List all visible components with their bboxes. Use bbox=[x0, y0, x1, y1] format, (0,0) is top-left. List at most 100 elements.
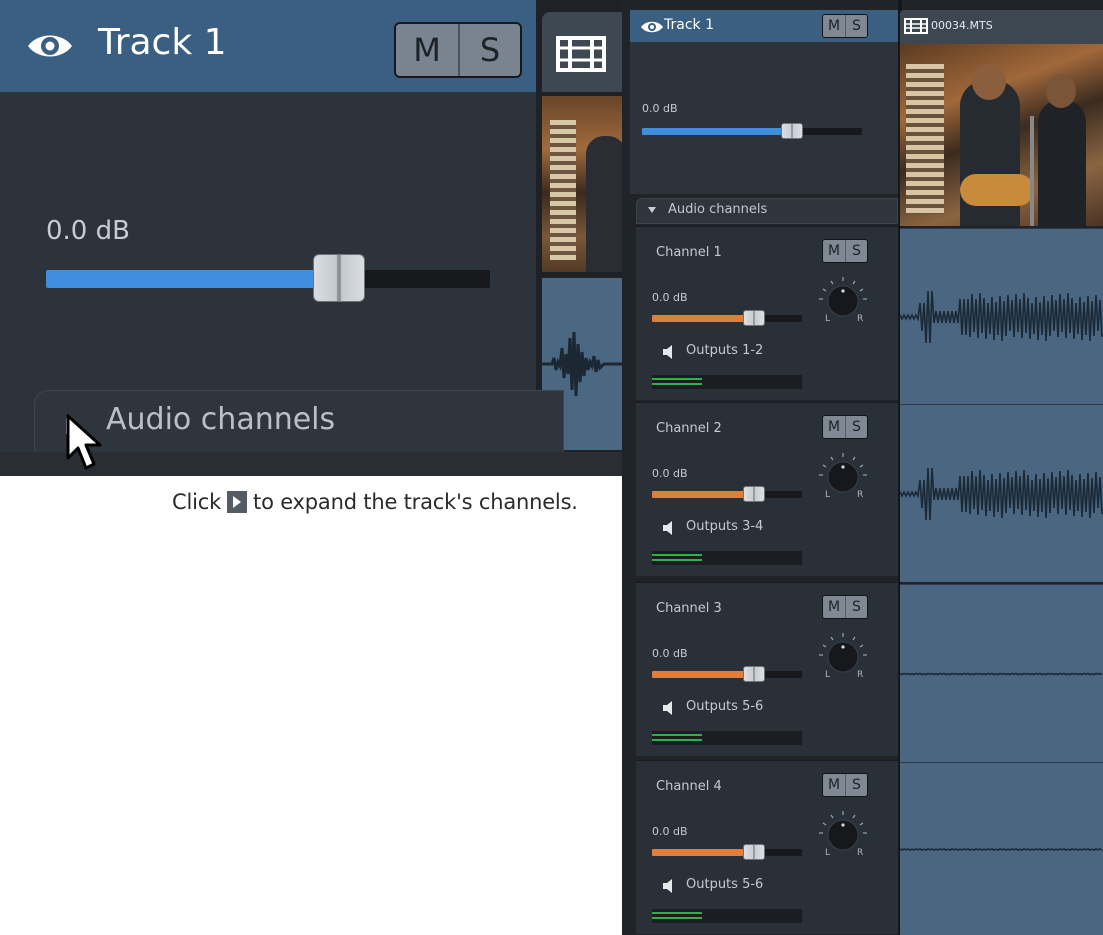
waveform-graphic bbox=[900, 467, 1103, 521]
channel-strip: Channel 3 M S 0.0 dB L R Outputs 5-6 bbox=[636, 582, 898, 756]
track-volume-readout: 0.0 dB bbox=[46, 216, 130, 246]
channel-solo-button[interactable]: S bbox=[845, 416, 867, 438]
mute-button[interactable]: M bbox=[396, 24, 458, 76]
track-body bbox=[630, 42, 898, 194]
film-strip-icon bbox=[556, 36, 606, 72]
collapse-arrow-icon[interactable] bbox=[648, 207, 656, 213]
level-meter bbox=[652, 551, 802, 565]
expand-arrow-icon bbox=[227, 491, 248, 513]
speaker-icon bbox=[663, 701, 672, 715]
channel-strip: Channel 1 M S 0.0 dB L R Outputs 1-2 bbox=[636, 226, 898, 400]
channel-mute-solo-group: M S bbox=[822, 239, 868, 263]
track-volume-fill bbox=[46, 270, 340, 288]
channel-volume-slider[interactable] bbox=[652, 486, 802, 502]
channel-mute-solo-group: M S bbox=[822, 595, 868, 619]
channel-volume-slider[interactable] bbox=[652, 310, 802, 326]
pan-right-label: R bbox=[857, 314, 863, 323]
meter-bar-left bbox=[652, 554, 702, 556]
speaker-icon bbox=[663, 345, 672, 359]
pan-knob[interactable]: L R bbox=[814, 809, 872, 857]
pan-left-label: L bbox=[825, 670, 830, 679]
channel-name: Channel 3 bbox=[656, 601, 722, 616]
audio-channels-label: Audio channels bbox=[106, 402, 336, 437]
zoomed-track-header: Track 1 M S 0.0 dB Audio channels bbox=[0, 0, 622, 476]
meter-bar-right bbox=[652, 559, 702, 561]
pan-knob[interactable]: L R bbox=[814, 451, 872, 499]
output-routing-label[interactable]: Outputs 5-6 bbox=[686, 699, 763, 714]
waveform-graphic bbox=[900, 672, 1103, 676]
level-meter bbox=[652, 375, 802, 389]
channel-mute-button[interactable]: M bbox=[823, 596, 845, 618]
waveform-graphic bbox=[900, 848, 1103, 851]
meter-bar-right bbox=[652, 917, 702, 919]
channel-strip: Channel 4 M S 0.0 dB L R Outputs 5-6 bbox=[636, 760, 898, 934]
channel-volume-readout: 0.0 dB bbox=[652, 291, 688, 304]
output-routing-label[interactable]: Outputs 5-6 bbox=[686, 877, 763, 892]
solo-button[interactable]: S bbox=[458, 24, 520, 76]
speaker-icon bbox=[663, 521, 672, 535]
channel-volume-fill bbox=[652, 491, 754, 498]
channel-solo-button[interactable]: S bbox=[845, 240, 867, 262]
channel-solo-button[interactable]: S bbox=[845, 774, 867, 796]
channel-volume-thumb[interactable] bbox=[743, 844, 765, 860]
output-routing-label[interactable]: Outputs 1-2 bbox=[686, 343, 763, 358]
waveform-graphic bbox=[900, 290, 1103, 344]
clip-thumbnail[interactable] bbox=[900, 44, 1103, 226]
track-volume-slider[interactable] bbox=[642, 123, 862, 139]
channel-volume-slider[interactable] bbox=[652, 844, 802, 860]
meter-bar-left bbox=[652, 912, 702, 914]
channel-waveform-lane[interactable] bbox=[900, 404, 1103, 582]
speaker-icon bbox=[663, 879, 672, 893]
channel-volume-thumb[interactable] bbox=[743, 666, 765, 682]
mute-button[interactable]: M bbox=[823, 15, 845, 37]
expanded-track-panel: Track 1 M S 0.0 dB Audio channels Channe… bbox=[622, 0, 1103, 935]
channel-volume-slider[interactable] bbox=[652, 666, 802, 682]
channel-volume-readout: 0.0 dB bbox=[652, 467, 688, 480]
track-volume-slider[interactable] bbox=[46, 254, 490, 302]
pan-right-label: R bbox=[857, 490, 863, 499]
pan-knob[interactable]: L R bbox=[814, 275, 872, 323]
pan-left-label: L bbox=[825, 314, 830, 323]
track-volume-thumb[interactable] bbox=[313, 254, 366, 302]
channel-name: Channel 1 bbox=[656, 245, 722, 260]
meter-bar-left bbox=[652, 378, 702, 380]
channel-mute-solo-group: M S bbox=[822, 415, 868, 439]
audio-channels-label: Audio channels bbox=[668, 202, 768, 217]
mute-solo-group: M S bbox=[394, 22, 522, 78]
meter-bar-right bbox=[652, 739, 702, 741]
caption-before: Click bbox=[172, 490, 222, 514]
eye-icon[interactable] bbox=[26, 30, 74, 62]
channel-name: Channel 2 bbox=[656, 421, 722, 436]
eye-icon[interactable] bbox=[640, 20, 664, 34]
channel-volume-thumb[interactable] bbox=[743, 310, 765, 326]
clip-thumbnail[interactable] bbox=[542, 96, 622, 272]
clip-name: 00034.MTS bbox=[931, 19, 993, 32]
instruction-caption: Click to expand the track's channels. bbox=[172, 490, 578, 514]
channel-volume-readout: 0.0 dB bbox=[652, 647, 688, 660]
caption-after: to expand the track's channels. bbox=[253, 490, 578, 514]
channel-volume-fill bbox=[652, 671, 754, 678]
mute-solo-group: M S bbox=[822, 14, 868, 38]
channel-mute-button[interactable]: M bbox=[823, 240, 845, 262]
channel-mute-solo-group: M S bbox=[822, 773, 868, 797]
channel-solo-button[interactable]: S bbox=[845, 596, 867, 618]
channel-waveform-lane[interactable] bbox=[900, 228, 1103, 404]
track-title: Track 1 bbox=[664, 17, 714, 33]
channel-volume-fill bbox=[652, 315, 754, 322]
track-title: Track 1 bbox=[98, 22, 227, 63]
channel-waveform-lane[interactable] bbox=[900, 762, 1103, 935]
channel-mute-button[interactable]: M bbox=[823, 774, 845, 796]
channel-strip: Channel 2 M S 0.0 dB L R Outputs 3-4 bbox=[636, 402, 898, 576]
channel-volume-readout: 0.0 dB bbox=[652, 825, 688, 838]
track-volume-thumb[interactable] bbox=[780, 123, 803, 139]
channel-mute-button[interactable]: M bbox=[823, 416, 845, 438]
meter-bar-right bbox=[652, 383, 702, 385]
output-routing-label[interactable]: Outputs 3-4 bbox=[686, 519, 763, 534]
channel-volume-thumb[interactable] bbox=[743, 486, 765, 502]
track-volume-readout: 0.0 dB bbox=[642, 102, 678, 115]
mouse-pointer-icon bbox=[66, 414, 102, 470]
solo-button[interactable]: S bbox=[845, 15, 867, 37]
pan-knob[interactable]: L R bbox=[814, 631, 872, 679]
pan-left-label: L bbox=[825, 490, 830, 499]
channel-waveform-lane[interactable] bbox=[900, 584, 1103, 762]
